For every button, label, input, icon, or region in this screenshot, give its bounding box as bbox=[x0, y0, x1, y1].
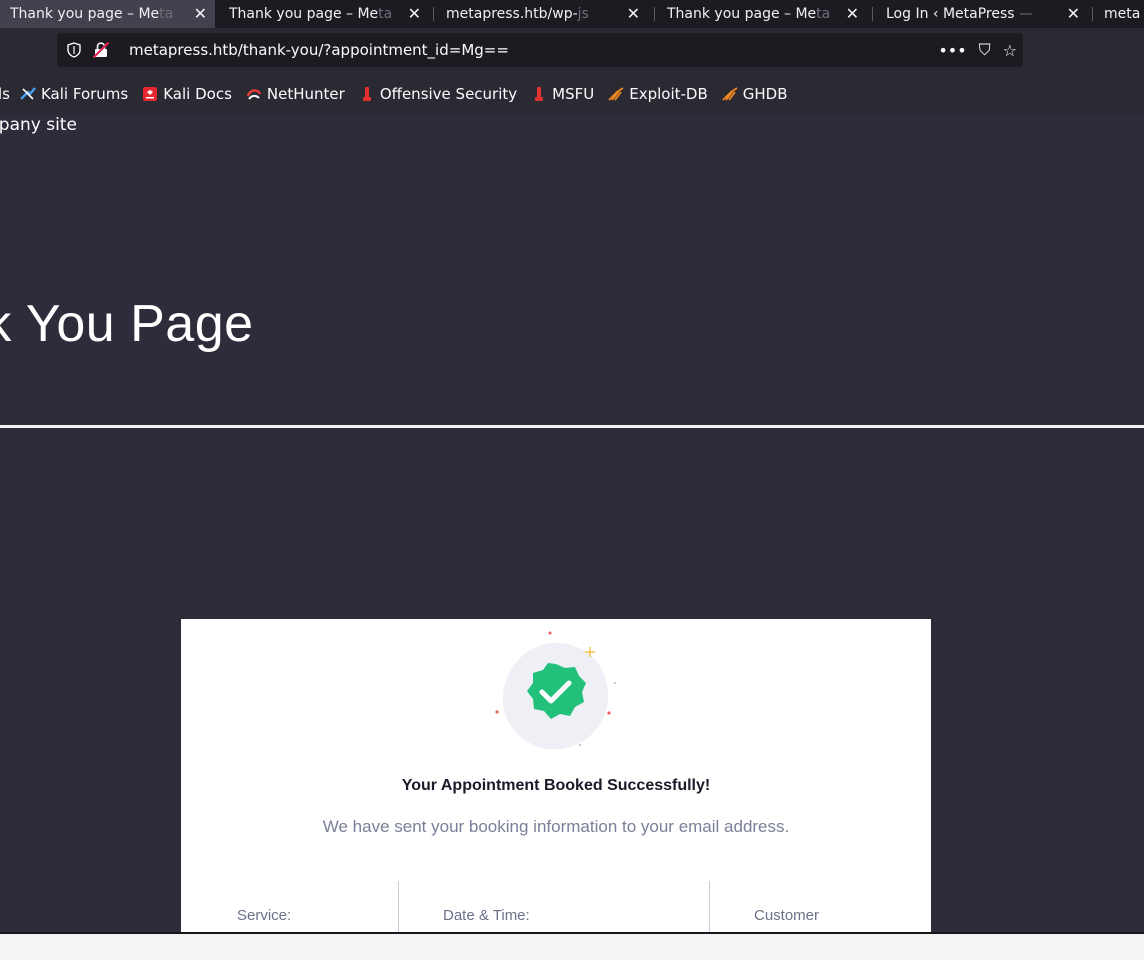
tab-separator bbox=[654, 7, 655, 21]
success-heading: Your Appointment Booked Successfully! bbox=[401, 777, 711, 794]
success-message: We have sent your booking information to… bbox=[322, 817, 790, 836]
tab-title: Thank you page – Meta bbox=[10, 6, 174, 22]
bookmark-label: Exploit-DB bbox=[629, 85, 708, 103]
tab-separator bbox=[872, 7, 873, 21]
bookmark-msfu[interactable]: MSFU bbox=[531, 85, 594, 103]
tab-close-icon[interactable]: ✕ bbox=[846, 0, 859, 28]
tab-separator bbox=[1092, 7, 1093, 21]
msfu-icon bbox=[535, 87, 544, 101]
page-title: nk You Page bbox=[0, 295, 254, 353]
url-tools: ••• ⛉ ☆ bbox=[938, 33, 1017, 67]
exploit-db-icon bbox=[608, 87, 624, 101]
tab-title: metapress.htb/wp-js bbox=[446, 6, 589, 22]
service-label: Service: bbox=[237, 907, 292, 924]
success-check-icon bbox=[495, 631, 617, 750]
bookmark-label: Kali Docs bbox=[163, 85, 232, 103]
nethunter-icon bbox=[246, 89, 262, 100]
bookmark-nethunter[interactable]: NetHunter bbox=[246, 85, 345, 103]
tab-title: meta bbox=[1104, 6, 1141, 22]
ghdb-icon bbox=[722, 87, 738, 101]
tab-title: Thank you page – Meta bbox=[229, 6, 393, 22]
bookmark-ghdb[interactable]: GHDB bbox=[722, 85, 788, 103]
bookmark-label: NetHunter bbox=[266, 85, 345, 103]
customer-label: Customer bbox=[754, 907, 820, 924]
bookmark-label: GHDB bbox=[742, 85, 788, 103]
bookmark-label: Kali Forums bbox=[40, 85, 129, 103]
tab-close-icon[interactable]: ✕ bbox=[1067, 0, 1080, 28]
kali-docs-icon bbox=[143, 87, 158, 101]
header-divider bbox=[0, 425, 1144, 428]
tab-thank-you-3[interactable]: Thank you page – Meta ✕ bbox=[657, 0, 867, 28]
bookmarks-toolbar: ls Kali Forums Kali Docs NetHunter Offen… bbox=[0, 74, 1144, 114]
kali-forums-icon bbox=[20, 87, 36, 100]
bookmark-tools[interactable]: ls bbox=[0, 85, 10, 103]
tab-separator bbox=[433, 7, 434, 21]
bookmark-exploit-db[interactable]: Exploit-DB bbox=[608, 85, 708, 103]
tab-thank-you-2[interactable]: Thank you page – Meta ✕ bbox=[219, 0, 429, 28]
booking-confirmation-card: Your Appointment Booked Successfully! We… bbox=[181, 619, 931, 932]
bookmark-offensive-security[interactable]: Offensive Security bbox=[359, 85, 517, 103]
tab-close-icon[interactable]: ✕ bbox=[627, 0, 640, 28]
bookmark-kali-docs[interactable]: Kali Docs bbox=[142, 85, 232, 103]
tab-title: Thank you page – Meta bbox=[667, 6, 831, 22]
column-divider bbox=[398, 881, 399, 932]
column-divider bbox=[709, 881, 710, 932]
pocket-icon[interactable]: ⛉ bbox=[979, 40, 991, 60]
bookmark-label: Offensive Security bbox=[379, 85, 518, 103]
page-actions-icon[interactable]: ••• bbox=[938, 41, 966, 60]
tab-title: Log In ‹ MetaPress — bbox=[886, 6, 1034, 22]
tab-thank-you-1[interactable]: Thank you page – Meta ✕ bbox=[0, 0, 215, 28]
date-time-label: Date & Time: bbox=[443, 907, 530, 924]
tab-close-icon[interactable]: ✕ bbox=[408, 0, 421, 28]
url-text[interactable]: metapress.htb/thank-you/?appointment_id=… bbox=[129, 33, 509, 67]
url-bar[interactable]: metapress.htb/thank-you/?appointment_id=… bbox=[57, 33, 1023, 67]
window-bottom-edge bbox=[0, 932, 1144, 960]
success-illustration bbox=[491, 627, 621, 757]
tab-strip: Thank you page – Meta ✕ Thank you page –… bbox=[0, 0, 1144, 28]
tab-login[interactable]: Log In ‹ MetaPress — ✕ bbox=[876, 0, 1088, 28]
nav-bar: metapress.htb/thank-you/?appointment_id=… bbox=[0, 28, 1144, 74]
insecure-lock-icon[interactable] bbox=[92, 41, 110, 59]
bookmark-kali-forums[interactable]: Kali Forums bbox=[20, 85, 128, 103]
page-content: npany site nk You Page Your Appointment … bbox=[0, 114, 1144, 932]
bookmark-label: MSFU bbox=[552, 85, 595, 103]
tab-wp-json[interactable]: metapress.htb/wp-js ✕ bbox=[436, 0, 648, 28]
tracking-shield-icon[interactable] bbox=[67, 42, 81, 58]
tab-meta[interactable]: meta bbox=[1094, 0, 1144, 28]
tab-close-icon[interactable]: ✕ bbox=[194, 0, 207, 28]
company-site-link[interactable]: npany site bbox=[0, 114, 77, 136]
offsec-icon bbox=[362, 87, 371, 101]
bookmark-label: ls bbox=[0, 85, 10, 103]
bookmark-star-icon[interactable]: ☆ bbox=[1003, 41, 1017, 60]
